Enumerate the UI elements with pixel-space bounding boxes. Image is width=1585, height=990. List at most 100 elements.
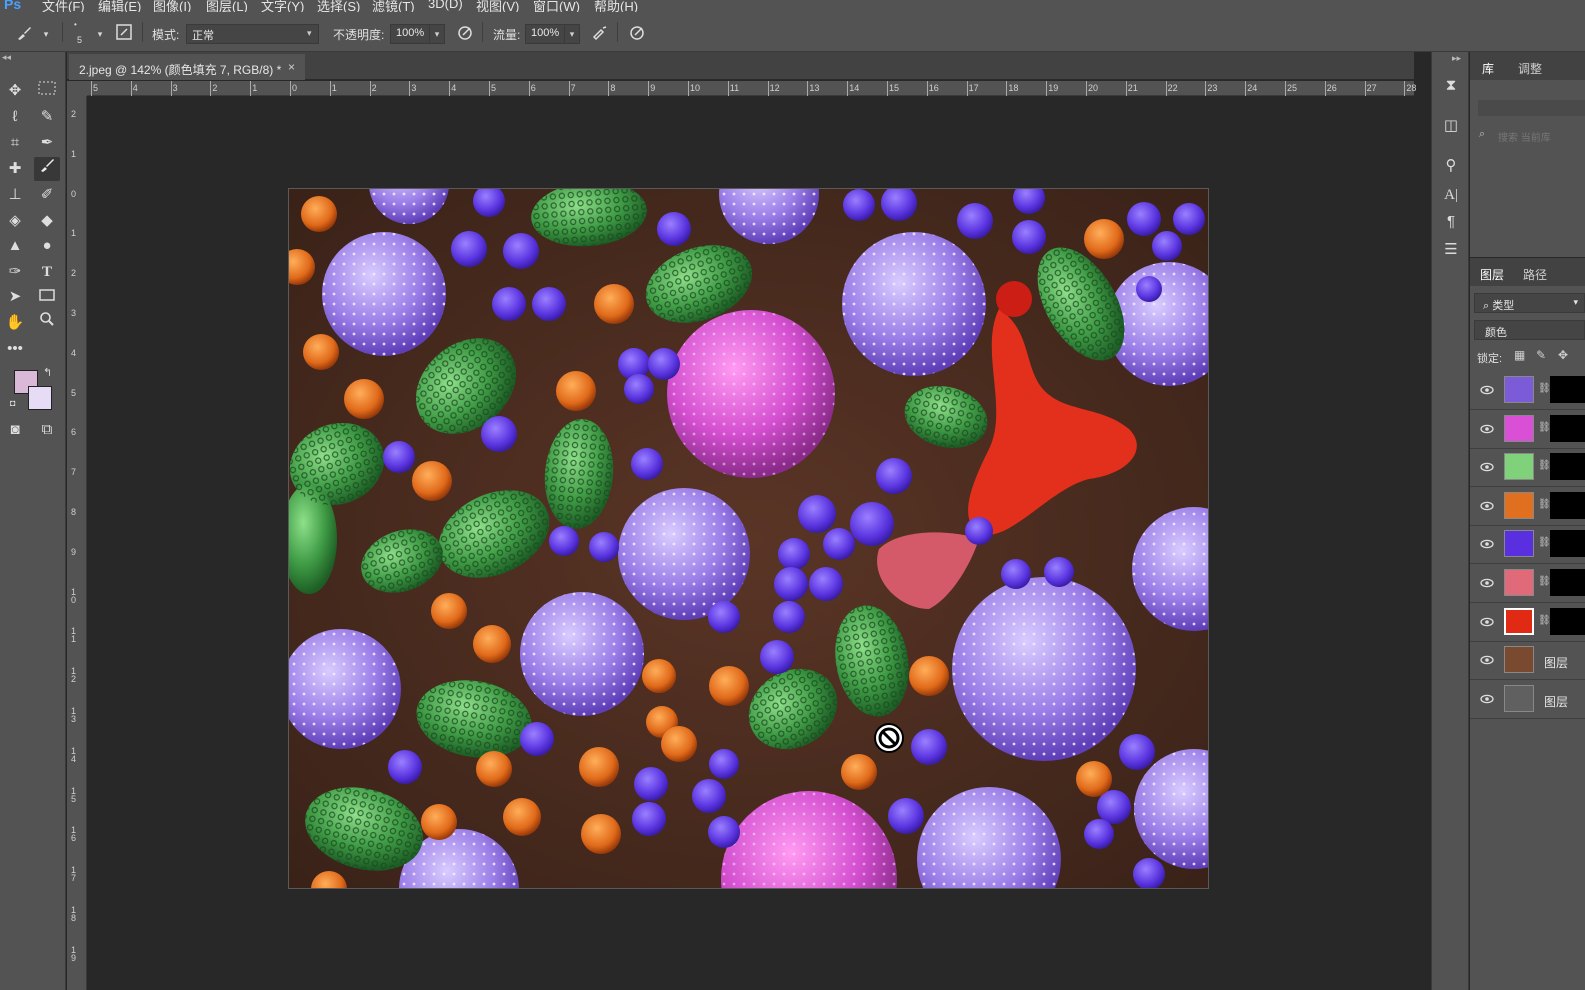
layer-row[interactable]: ⛓ [1470,564,1585,603]
move-tool-icon[interactable]: ✥ [2,79,28,103]
chevron-down-icon[interactable]: ▾ [36,24,56,44]
default-colors-icon[interactable]: ◘ [10,398,15,408]
layer-row[interactable]: ⛓ [1470,487,1585,526]
layer-mask-thumbnail[interactable] [1550,414,1585,442]
visibility-eye-icon[interactable] [1480,615,1494,629]
pressure-size-icon[interactable] [627,24,647,44]
more-tools-icon[interactable]: ••• [2,337,28,361]
visibility-eye-icon[interactable] [1480,383,1494,397]
layer-mask-thumbnail[interactable] [1550,376,1585,403]
layer-row[interactable]: ⛓ [1470,448,1585,488]
paint-bucket-tool-icon[interactable]: ◆ [34,209,60,233]
properties-panel-icon[interactable]: ◫ [1441,116,1461,136]
layer-mask-thumbnail[interactable] [1550,569,1585,596]
marquee-tool-icon[interactable] [34,79,60,103]
layer-thumbnail[interactable] [1504,684,1534,712]
layer-thumbnail[interactable] [1504,530,1534,558]
quick-selection-tool-icon[interactable]: ✎ [34,105,60,129]
brush-tool-icon[interactable] [34,157,60,181]
visibility-eye-icon[interactable] [1480,692,1494,706]
menu-window[interactable]: 窗口(W) [533,0,580,12]
layer-row[interactable]: ⛓ [1470,525,1585,565]
visibility-eye-icon[interactable] [1480,499,1494,513]
background-color-swatch[interactable] [28,386,52,410]
brush-size-value[interactable]: 5 [77,35,82,45]
healing-brush-tool-icon[interactable]: ✚ [2,157,28,181]
library-select[interactable] [1478,100,1585,116]
eraser-tool-icon[interactable]: ◈ [2,209,28,233]
adjustments-panel-icon[interactable]: ☰ [1441,240,1461,260]
menu-select[interactable]: 选择(S) [317,0,360,12]
opacity-chevron-icon[interactable]: ▾ [429,24,445,44]
visibility-eye-icon[interactable] [1480,653,1494,667]
hand-tool-icon[interactable]: ✋ [2,311,28,335]
layer-thumbnail[interactable] [1504,453,1534,481]
rectangle-tool-icon[interactable] [34,285,60,309]
menu-image[interactable]: 图像(I) [153,0,191,12]
visibility-eye-icon[interactable] [1480,537,1494,551]
layer-row[interactable]: ⛓ [1470,371,1585,410]
close-tab-icon[interactable]: × [288,60,295,74]
document-tab[interactable]: 2.jpeg @ 142% (颜色填充 7, RGB/8) * × [69,54,305,80]
layer-mask-thumbnail[interactable] [1550,530,1585,558]
lock-transparency-icon[interactable]: ▦ [1514,348,1525,362]
visibility-eye-icon[interactable] [1480,460,1494,474]
layer-mask-thumbnail[interactable] [1550,607,1585,635]
brush-size-chevron-icon[interactable]: ▾ [90,24,110,44]
paragraph-panel-icon[interactable]: ¶ [1441,212,1461,232]
layer-thumbnail[interactable] [1504,376,1534,403]
pressure-opacity-icon[interactable] [455,24,475,44]
layer-thumbnail[interactable] [1504,646,1534,674]
character-panel-icon[interactable]: A| [1441,185,1461,205]
eyedropper-tool-icon[interactable]: ✒ [34,131,60,155]
flow-input[interactable]: 100% [525,24,565,44]
lasso-tool-icon[interactable]: ℓ [2,105,28,129]
library-search-input[interactable]: 搜索 当前库 [1498,129,1551,144]
layer-row[interactable]: 图层 [1470,641,1585,681]
clone-stamp-tool-icon[interactable]: ⊥ [2,183,28,207]
layer-thumbnail[interactable] [1504,414,1534,442]
history-brush-tool-icon[interactable]: ✐ [34,183,60,207]
menu-type[interactable]: 文字(Y) [261,0,304,12]
menu-view[interactable]: 视图(V) [476,0,519,12]
brush-panel-toggle-icon[interactable] [114,24,134,44]
brush-tool-preset-icon[interactable] [14,24,34,44]
layer-row[interactable]: 图层 [1470,680,1585,719]
screen-mode-icon[interactable]: ⧉ [34,418,60,442]
menu-3d[interactable]: 3D(D) [428,0,463,11]
airbrush-icon[interactable] [590,24,610,44]
menu-help[interactable]: 帮助(H) [594,0,638,12]
layer-row[interactable]: ⛓ [1470,603,1585,642]
layer-mask-thumbnail[interactable] [1550,491,1585,519]
zoom-tool-icon[interactable] [34,311,60,335]
menu-layer[interactable]: 图层(L) [206,0,248,12]
tab-adjustments[interactable]: 调整 [1518,60,1542,77]
lock-pixels-icon[interactable]: ✎ [1536,348,1546,362]
crop-tool-icon[interactable]: ⌗ [2,131,28,155]
path-selection-tool-icon[interactable]: ➤ [2,285,28,309]
collapse-panel-icon[interactable]: ◂◂ [2,52,11,63]
history-panel-icon[interactable]: ⧗ [1441,76,1461,96]
brush-settings-panel-icon[interactable]: ⚲ [1441,156,1461,176]
layer-thumbnail[interactable] [1504,569,1534,596]
menu-filter[interactable]: 滤镜(T) [372,0,415,12]
lock-position-icon[interactable]: ✥ [1558,348,1568,362]
layer-filter-select[interactable]: ⌕ 类型 ▾ [1474,293,1585,313]
visibility-eye-icon[interactable] [1480,576,1494,590]
visibility-eye-icon[interactable] [1480,422,1494,436]
menu-edit[interactable]: 编辑(E) [98,0,141,12]
pen-tool-icon[interactable]: ✑ [2,260,28,284]
tab-layers[interactable]: 图层 [1480,266,1504,283]
type-tool-icon[interactable]: T [34,260,60,284]
flow-chevron-icon[interactable]: ▾ [564,24,580,44]
menu-file[interactable]: 文件(F) [42,0,85,12]
blur-tool-icon[interactable]: ▲ [2,234,28,258]
swap-colors-icon[interactable]: ↰ [43,366,52,379]
image-canvas[interactable] [288,188,1209,889]
mode-select[interactable]: 正常 [186,24,319,44]
tab-libraries[interactable]: 库 [1482,60,1494,77]
quick-mask-icon[interactable]: ◙ [2,418,28,442]
blend-mode-select[interactable]: 颜色 [1474,320,1585,340]
tab-paths[interactable]: 路径 [1523,266,1547,283]
layer-row[interactable]: ⛓ [1470,410,1585,449]
